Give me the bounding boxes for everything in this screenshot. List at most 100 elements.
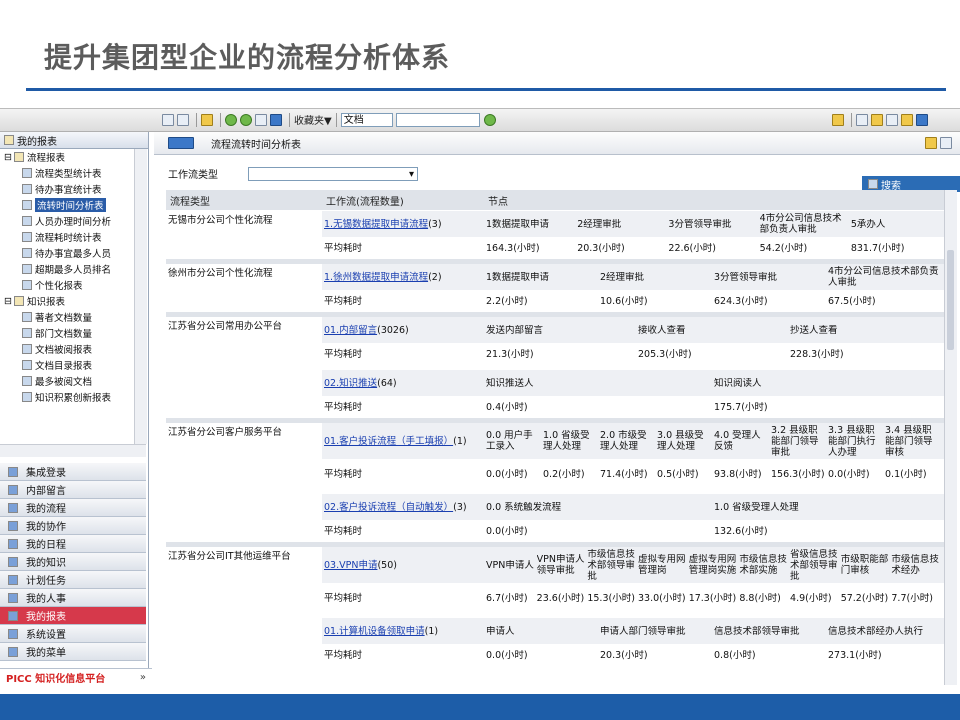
message-icon bbox=[8, 484, 18, 495]
workflow-link[interactable]: 03.VPN申请 bbox=[324, 560, 377, 571]
node-list: 发送内部留言 接收人查看 抄送人查看 bbox=[486, 325, 942, 336]
workflow-link[interactable]: 02.客户投诉流程（自动触发） bbox=[324, 502, 453, 513]
node-name: 0.0 系统触发流程 bbox=[486, 501, 562, 513]
nav-item[interactable]: 内部留言 bbox=[0, 481, 146, 499]
sidebar-header: 我的报表 bbox=[0, 132, 148, 149]
tree-item[interactable]: ⊟ 知识报表 bbox=[0, 293, 134, 309]
workflow-link[interactable]: 01.客户投诉流程（手工填报） bbox=[324, 436, 453, 447]
nav-item[interactable]: 我的知识 bbox=[0, 553, 146, 571]
col-header-workflow[interactable]: 工作流(流程数量) bbox=[322, 190, 484, 211]
tree-item[interactable]: ⊟ 流程报表 bbox=[0, 149, 134, 165]
tree-item[interactable]: 著者文档数量 bbox=[0, 309, 134, 325]
detail-view-icon[interactable] bbox=[177, 113, 189, 126]
tree-item[interactable]: 知识积累创新报表 bbox=[0, 389, 134, 405]
node-name: 3.4 县级职能部门领导审核 bbox=[885, 424, 933, 458]
node-list: 知识推送人 知识阅读人 bbox=[486, 378, 942, 389]
home2-icon[interactable] bbox=[871, 113, 883, 126]
node-name: 信息技术部经办人执行 bbox=[828, 625, 924, 637]
tree-item[interactable]: 流程类型统计表 bbox=[0, 165, 134, 181]
doc-type-select[interactable]: 文档 bbox=[340, 112, 393, 127]
node-name: 4市分公司信息技术部负责人审批 bbox=[759, 213, 842, 235]
workflow-link[interactable]: 1.徐州数据提取申请流程 bbox=[324, 272, 428, 283]
node-name: 1数据提取申请 bbox=[486, 218, 550, 230]
node-cell: 1数据提取申请 2经理审批 3分管领导审批 4市分公司信息技术部负责人审批 5承办人 bbox=[484, 210, 944, 237]
tree-item[interactable]: 待办事宜统计表 bbox=[0, 181, 134, 197]
tree-item[interactable]: 流程耗时统计表 bbox=[0, 229, 134, 245]
tree-item[interactable]: 文档被阅报表 bbox=[0, 341, 134, 357]
go-icon[interactable] bbox=[483, 113, 496, 126]
workflow-count: (3) bbox=[453, 501, 467, 513]
expand-toggle-icon[interactable]: ⊟ bbox=[4, 296, 12, 307]
tree-item[interactable]: 文档目录报表 bbox=[0, 357, 134, 373]
tree-item[interactable]: 待办事宜最多人员 bbox=[0, 245, 134, 261]
node-name: 抄送人查看 bbox=[790, 324, 838, 336]
workflow-link[interactable]: 1.无锡数据提取申请流程 bbox=[324, 219, 428, 230]
tree-item[interactable]: 人员办理时间分析 bbox=[0, 213, 134, 229]
nav-item[interactable]: 系统设置 bbox=[0, 625, 146, 643]
col-header-nodes[interactable]: 节点 bbox=[484, 190, 944, 211]
report-tree: ⊟ 流程报表 流程类型统计表 待办事宜统计表 流转时间分析表 人员办理时间分析 流程耗时统计… bbox=[0, 149, 134, 444]
node-cell: 0.0 用户手工录入 1.0 省级受理人处理 2.0 市级受理人处理 3.0 县级受理… bbox=[484, 423, 944, 459]
toolbar-search-input[interactable] bbox=[395, 112, 480, 127]
folder-icon bbox=[13, 296, 24, 306]
nav-item[interactable]: 我的流程 bbox=[0, 499, 146, 517]
note-icon[interactable] bbox=[901, 113, 913, 126]
avg-label: 平均耗时 bbox=[322, 644, 484, 666]
edit-icon[interactable] bbox=[201, 113, 213, 126]
node-time: 4.9(小时) bbox=[790, 592, 832, 604]
report-grid: 流程类型 工作流(流程数量) 节点 无锡市分公司个性化流程 1.无锡数据提取申请流… bbox=[166, 190, 944, 685]
tree-item[interactable]: 超期最多人员排名 bbox=[0, 261, 134, 277]
tree-item[interactable]: 流转时间分析表 bbox=[0, 197, 134, 213]
workflow-link[interactable]: 01.计算机设备领取申请 bbox=[324, 626, 425, 637]
user-icon bbox=[22, 264, 32, 274]
open-folder-icon[interactable] bbox=[925, 137, 937, 149]
node-time: 20.3(小时) bbox=[600, 649, 648, 661]
nav-item[interactable]: 我的日程 bbox=[0, 535, 146, 553]
col-header-type[interactable]: 流程类型 bbox=[166, 190, 322, 211]
workflow-type-select[interactable]: ▾ bbox=[248, 166, 418, 181]
nav-item[interactable]: 我的协作 bbox=[0, 517, 146, 535]
print-icon[interactable] bbox=[940, 137, 952, 149]
task-icon bbox=[8, 574, 18, 585]
node-time: 54.2(小时) bbox=[759, 242, 808, 254]
expand-icon[interactable]: » bbox=[140, 672, 146, 683]
settings-icon[interactable] bbox=[886, 113, 898, 126]
page-icon[interactable] bbox=[255, 113, 267, 126]
nav-item[interactable]: 计划任务 bbox=[0, 571, 146, 589]
node-name: 申请人 bbox=[486, 625, 515, 637]
nav-item[interactable]: 我的报表 bbox=[0, 607, 146, 625]
refresh-icon[interactable] bbox=[270, 113, 282, 126]
process-type: 江苏省分公司常用办公平台 bbox=[166, 317, 322, 418]
tree-horizontal-scrollbar[interactable] bbox=[0, 444, 146, 457]
nav-item[interactable]: 集成登录 bbox=[0, 463, 146, 481]
expand-toggle-icon[interactable]: ⊟ bbox=[4, 152, 12, 163]
nav-item[interactable]: 我的人事 bbox=[0, 589, 146, 607]
window-icon[interactable] bbox=[856, 113, 868, 126]
node-time: 0.0(小时) bbox=[828, 468, 870, 480]
node-cell: 0.0 系统触发流程 1.0 省级受理人处理 bbox=[484, 494, 944, 520]
workflow-cell: 1.无锡数据提取申请流程(3) bbox=[322, 210, 484, 237]
forward-icon[interactable] bbox=[240, 113, 252, 126]
list-view-icon[interactable] bbox=[162, 113, 174, 126]
node-name: 1.0 省级受理人处理 bbox=[543, 430, 590, 452]
tree-vertical-scrollbar[interactable] bbox=[134, 149, 147, 444]
back-icon[interactable] bbox=[225, 113, 237, 126]
favorites-menu[interactable]: 收藏夹▼ bbox=[294, 112, 332, 127]
calendar-icon bbox=[8, 538, 18, 549]
export-icon[interactable] bbox=[916, 113, 928, 126]
tree-item[interactable]: 最多被阅文档 bbox=[0, 373, 134, 389]
workflow-link[interactable]: 02.知识推送 bbox=[324, 378, 377, 389]
tree-item[interactable]: 个性化报表 bbox=[0, 277, 134, 293]
home-icon[interactable] bbox=[832, 113, 844, 126]
node-cell: 发送内部留言 接收人查看 抄送人查看 bbox=[484, 317, 944, 343]
tree-item[interactable]: 部门文档数量 bbox=[0, 325, 134, 341]
grid-vertical-scrollbar[interactable] bbox=[944, 190, 957, 685]
nav-item[interactable]: 我的菜单 bbox=[0, 643, 146, 661]
brand-bar[interactable]: PICC 知识化信息平台 » bbox=[0, 668, 152, 685]
node-list: 0.0 用户手工录入 1.0 省级受理人处理 2.0 市级受理人处理 3.0 县级受理… bbox=[486, 425, 942, 458]
nav-item-label: 内部留言 bbox=[26, 486, 66, 497]
workflow-link[interactable]: 01.内部留言 bbox=[324, 325, 377, 336]
nav-item-label: 我的人事 bbox=[26, 594, 66, 605]
report-icon bbox=[22, 376, 32, 386]
scroll-thumb[interactable] bbox=[947, 250, 954, 350]
